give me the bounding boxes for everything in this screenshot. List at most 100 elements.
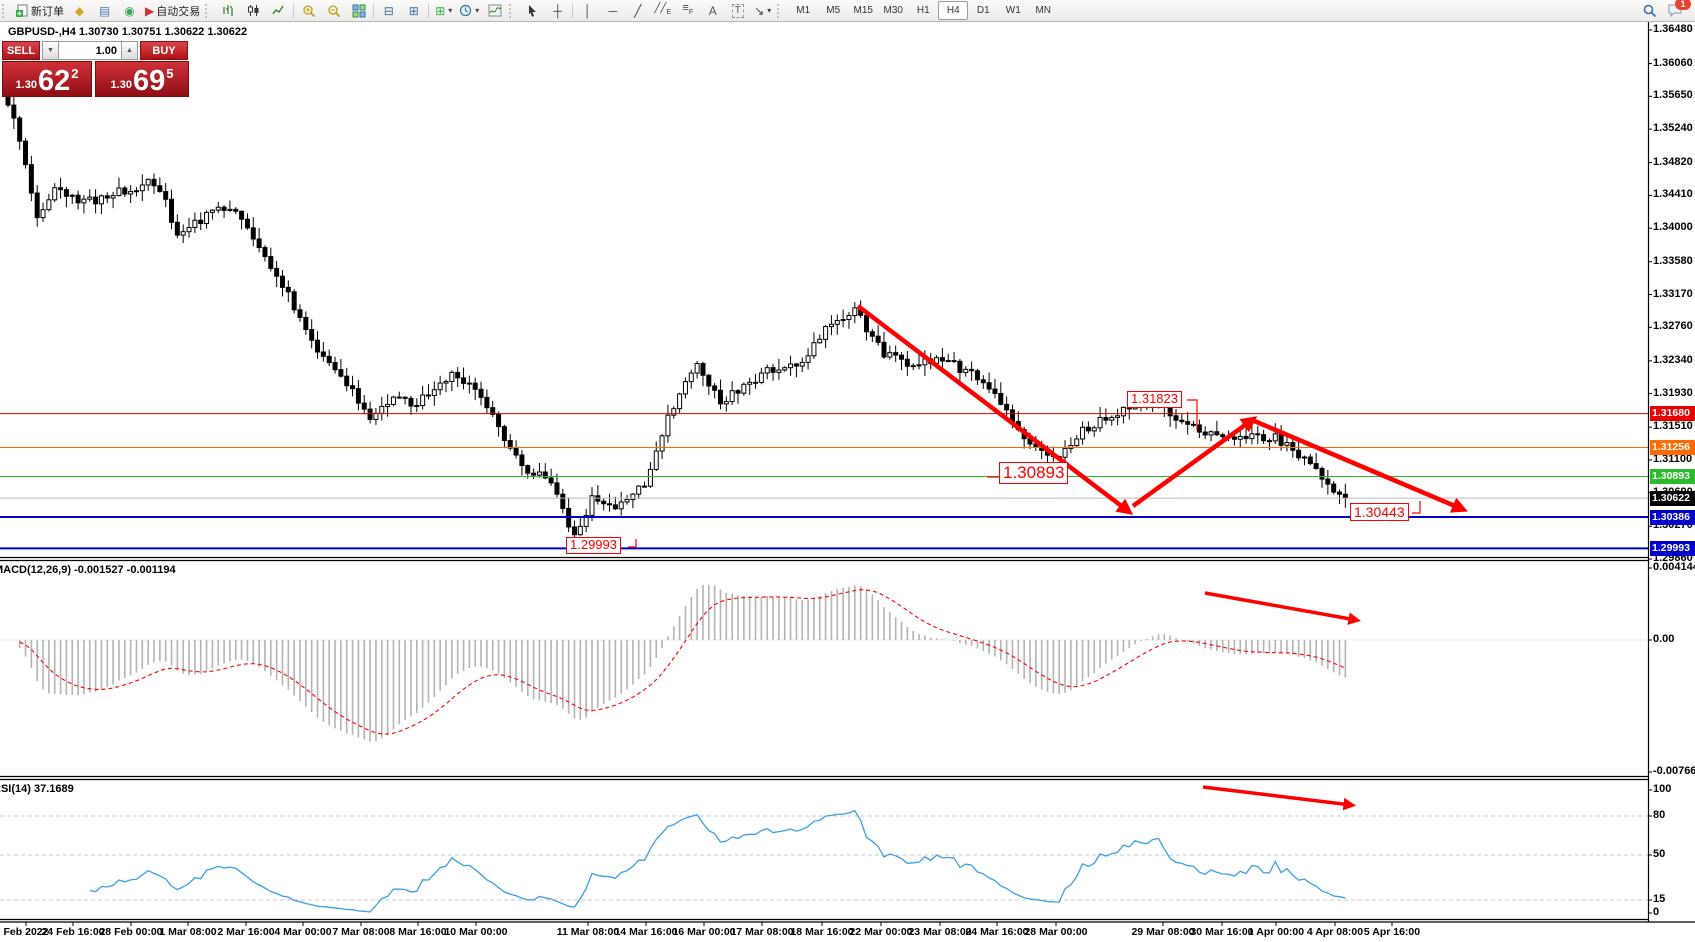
indicators-icon: [488, 4, 502, 17]
timeframe-H4[interactable]: H4: [938, 1, 968, 20]
tile-windows-icon: [352, 4, 366, 18]
tile-windows-button[interactable]: [346, 1, 371, 20]
timeframe-group: M1M5M15M30H1H4D1W1MN: [788, 1, 1058, 20]
toolbar-grip: [777, 4, 785, 18]
text-label-icon: T: [732, 4, 744, 18]
channel-button[interactable]: ╱╱E: [650, 1, 675, 20]
volume-input[interactable]: [59, 41, 121, 60]
dropdown-caret-icon: ▾: [767, 6, 771, 15]
cascade-icon: ⊞: [409, 5, 419, 17]
arrows-icon: ↘: [754, 5, 764, 17]
vertical-line-button[interactable]: │: [575, 1, 600, 20]
horizontal-line-icon: ─: [608, 5, 617, 17]
new-chart-button[interactable]: ⊞▾: [431, 1, 456, 20]
chart-title: GBPUSD-,H4 1.30730 1.30751 1.30622 1.306…: [8, 26, 247, 38]
notification-badge: 1: [1675, 0, 1691, 10]
toolbar: 新订单 ◆ ▤ ◉ ▶ 自动交易 ⊟ ⊞ ⊞▾ ▾: [0, 0, 1695, 22]
macd-panel[interactable]: [0, 561, 1648, 777]
text-button[interactable]: A: [700, 1, 725, 20]
notifications-button[interactable]: 1: [1662, 1, 1687, 20]
profiles-button[interactable]: ▤: [92, 1, 117, 20]
buy-quote-button[interactable]: 1.30695: [95, 61, 189, 97]
dropdown-caret-icon: ▾: [448, 6, 452, 15]
buy-button[interactable]: BUY: [140, 41, 188, 60]
timeframe-W1[interactable]: W1: [998, 1, 1028, 20]
horizontal-line-button[interactable]: ─: [600, 1, 625, 20]
autotrade-label: 自动交易: [156, 3, 200, 19]
zoom-in-button[interactable]: [296, 1, 321, 20]
buy-price-prefix: 1.30: [111, 79, 132, 91]
equidistant-channel-icon: ╱╱E: [654, 3, 671, 19]
line-chart-icon: [272, 4, 285, 17]
cursor-button[interactable]: [520, 1, 545, 20]
fibonacci-icon: ≡F: [682, 2, 693, 19]
toolbar-grip: [205, 4, 213, 18]
cursor-icon: [527, 4, 538, 17]
timeframe-M30[interactable]: M30: [878, 1, 908, 20]
volume-increase-button[interactable]: ▲: [121, 41, 138, 60]
price-annotation-label[interactable]: 1.29993: [566, 537, 621, 554]
time-axis[interactable]: [0, 922, 1648, 942]
autotrade-icon: ▶: [145, 5, 154, 17]
one-click-trading-panel: SELL ▼ ▲ BUY 1.30622 1.30695: [2, 41, 192, 101]
candlestick-chart-button[interactable]: [241, 1, 266, 20]
vertical-line-icon: │: [584, 5, 592, 17]
trendline-icon: ╱: [634, 5, 641, 17]
fibonacci-button[interactable]: ≡F: [675, 1, 700, 20]
signals-icon: ◉: [124, 5, 134, 17]
timeframe-H1[interactable]: H1: [908, 1, 938, 20]
rsi-indicator-label: RSI(14) 37.1689: [0, 783, 74, 795]
sell-price-main: 62: [38, 68, 70, 94]
price-axis[interactable]: [1648, 21, 1695, 922]
zoom-out-icon: [327, 4, 341, 18]
indicators-button[interactable]: [482, 1, 507, 20]
new-order-button[interactable]: 新订单: [13, 1, 67, 20]
candlestick-chart-icon: [247, 4, 260, 17]
search-button[interactable]: [1637, 1, 1662, 20]
zoom-out-button[interactable]: [321, 1, 346, 20]
search-icon: [1643, 4, 1657, 18]
periods-clock-icon: [459, 4, 472, 17]
toolbar-grip: [2, 4, 10, 18]
crosshair-button[interactable]: ┼: [545, 1, 570, 20]
text-label-button[interactable]: T: [725, 1, 750, 20]
new-order-icon: [16, 4, 29, 17]
new-chart-icon: ⊞: [435, 5, 445, 17]
macd-indicator-label: MACD(12,26,9) -0.001527 -0.001194: [0, 564, 176, 576]
buy-price-pip: 5: [166, 66, 173, 81]
timeframe-M15[interactable]: M15: [848, 1, 878, 20]
gold-icon: ◆: [75, 5, 84, 17]
buy-price-main: 69: [133, 68, 165, 94]
cascade-charts-button[interactable]: ⊞: [401, 1, 426, 20]
price-annotation-label[interactable]: 1.30443: [1350, 503, 1409, 521]
zoom-in-icon: [302, 4, 316, 18]
bar-chart-button[interactable]: [216, 1, 241, 20]
signals-button[interactable]: ◉: [117, 1, 142, 20]
sell-price-prefix: 1.30: [16, 79, 37, 91]
main-chart-panel[interactable]: [0, 21, 1648, 560]
autotrade-button[interactable]: ▶ 自动交易: [142, 1, 203, 20]
dropdown-caret-icon: ▾: [475, 6, 479, 15]
sell-button[interactable]: SELL: [2, 41, 40, 60]
bar-chart-icon: [222, 4, 235, 17]
deposit-button[interactable]: ◆: [67, 1, 92, 20]
timeframe-M1[interactable]: M1: [788, 1, 818, 20]
periods-button[interactable]: ▾: [456, 1, 482, 20]
rsi-panel[interactable]: [0, 779, 1648, 920]
arrows-button[interactable]: ↘▾: [750, 1, 775, 20]
timeframe-D1[interactable]: D1: [968, 1, 998, 20]
sell-quote-button[interactable]: 1.30622: [2, 61, 92, 97]
timeframe-MN[interactable]: MN: [1028, 1, 1058, 20]
timeframe-M5[interactable]: M5: [818, 1, 848, 20]
trendline-button[interactable]: ╱: [625, 1, 650, 20]
arrange-charts-button[interactable]: ⊟: [376, 1, 401, 20]
crosshair-icon: ┼: [553, 5, 562, 17]
mt4-window: 新订单 ◆ ▤ ◉ ▶ 自动交易 ⊟ ⊞ ⊞▾ ▾: [0, 0, 1695, 942]
new-order-label: 新订单: [31, 3, 64, 19]
arrange-icon: ⊟: [384, 5, 394, 17]
price-annotation-label[interactable]: 1.30893: [999, 462, 1068, 484]
profiles-icon: ▤: [99, 5, 110, 17]
price-annotation-label[interactable]: 1.31823: [1127, 391, 1182, 408]
line-chart-button[interactable]: [266, 1, 291, 20]
volume-decrease-button[interactable]: ▼: [42, 41, 59, 60]
